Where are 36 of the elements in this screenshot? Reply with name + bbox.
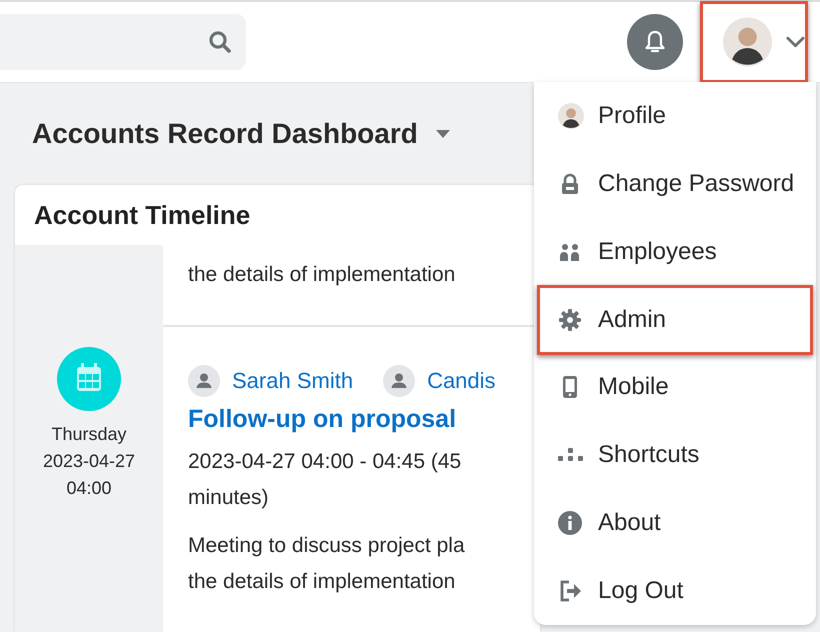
logout-icon [558, 579, 582, 604]
entry-period: 2023-04-27 04:00 - 04:45 (45 [188, 449, 462, 475]
menu-item[interactable]: About [537, 489, 813, 558]
menu-item[interactable]: Change Password [537, 150, 813, 218]
chevron-down-icon [786, 36, 805, 48]
bell-icon [644, 30, 666, 54]
gear-icon [558, 308, 582, 332]
search-icon [208, 30, 232, 54]
user-icon [188, 365, 220, 397]
menu-item[interactable]: Shortcuts [537, 421, 813, 490]
menu-item[interactable]: Admin [537, 284, 813, 354]
info-icon [558, 511, 582, 536]
entry-date: 2023-04-27 [42, 450, 136, 473]
entry-period: minutes) [188, 485, 269, 511]
menu-item[interactable]: Profile [537, 82, 813, 150]
entry-description: Meeting to discuss project pla [188, 533, 465, 559]
entry-time: 04:00 [66, 477, 112, 500]
entry-description: the details of implementation [188, 262, 456, 288]
user-icon [383, 365, 416, 397]
menu-item[interactable]: Mobile [537, 354, 813, 422]
user-menu-button[interactable] [700, 1, 808, 83]
caret-down-icon[interactable] [436, 130, 450, 138]
person-link[interactable]: Sarah Smith [232, 368, 354, 394]
calendar-icon [57, 347, 121, 411]
entry-description: the details of implementation [188, 569, 456, 595]
search-field[interactable] [0, 14, 246, 70]
menu-item[interactable]: Log Out [537, 557, 813, 625]
entry-title-link[interactable]: Follow-up on proposal [188, 405, 456, 434]
person-link[interactable]: Candis [427, 368, 496, 394]
dashboard-title: Accounts Record Dashboard [32, 118, 418, 150]
dots-icon [558, 448, 584, 462]
menu-item[interactable]: Employees [537, 218, 813, 286]
entry-day: Thursday [51, 421, 127, 448]
avatar-icon [558, 102, 584, 129]
avatar-icon [723, 16, 772, 68]
card-title: Account Timeline [33, 198, 252, 232]
